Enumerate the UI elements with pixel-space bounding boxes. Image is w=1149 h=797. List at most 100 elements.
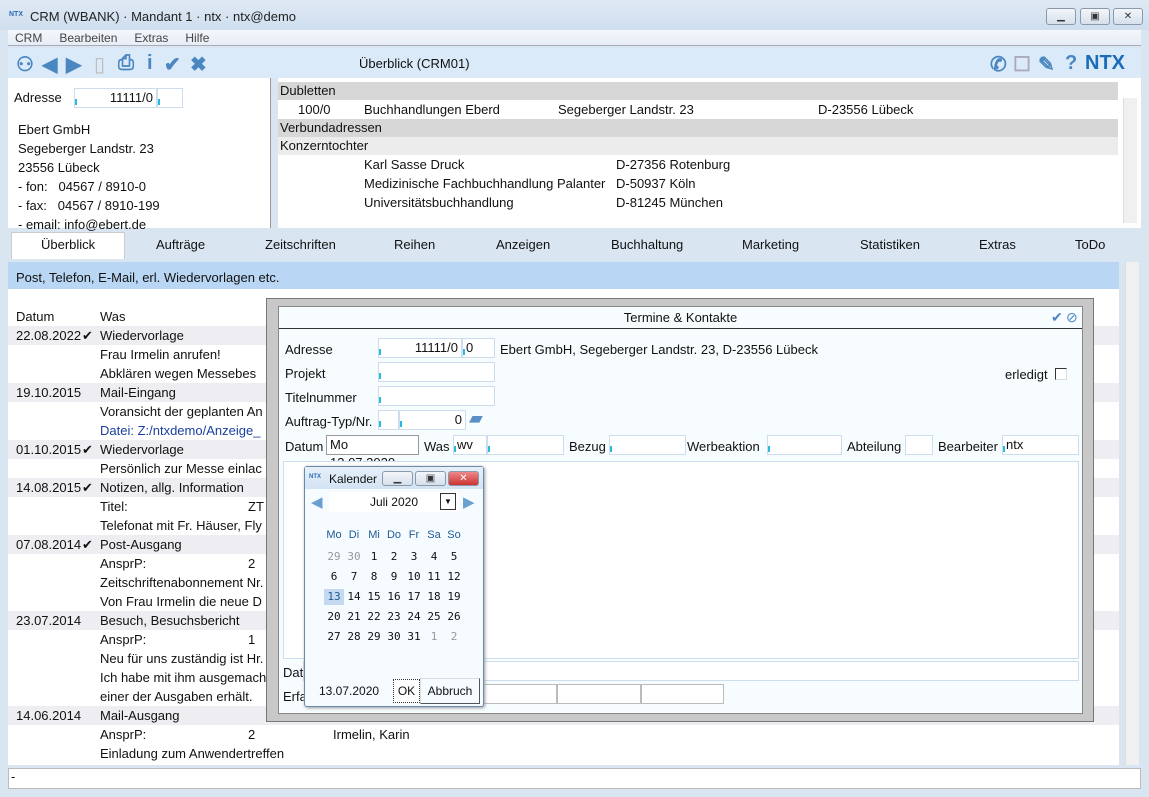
konzern-row[interactable]: Medizinische Fachbuchhandlung Palanter D-…	[278, 174, 1118, 193]
datum-input[interactable]: Mo 13.07.2020	[326, 435, 419, 470]
menu-extras[interactable]: Extras	[134, 31, 168, 45]
auftrag-nr-input[interactable]: 0	[399, 410, 466, 430]
tab-ueberblick[interactable]: Überblick	[41, 237, 95, 252]
calendar-day[interactable]: 3	[404, 549, 424, 565]
calendar-day[interactable]: 18	[424, 589, 444, 605]
calendar-day[interactable]: 5	[444, 549, 464, 565]
tab-buchhaltung[interactable]: Buchhaltung	[611, 237, 683, 252]
calendar-maximize-button[interactable]: ▣	[415, 471, 446, 486]
calendar-day[interactable]: 17	[404, 589, 424, 605]
calendar-day[interactable]: 16	[384, 589, 404, 605]
calendar-day[interactable]: 15	[364, 589, 384, 605]
projekt-input[interactable]	[378, 362, 495, 382]
calendar-day[interactable]: 13	[324, 589, 344, 605]
bezug-input[interactable]	[609, 435, 686, 455]
tab-zeitschriften[interactable]: Zeitschriften	[265, 237, 336, 252]
calendar-day[interactable]: 31	[404, 629, 424, 645]
calendar-minimize-button[interactable]: ▁	[382, 471, 413, 486]
calendar-close-button[interactable]: ✕	[448, 471, 479, 486]
tab-auftraege[interactable]: Aufträge	[156, 237, 205, 252]
konzern-row[interactable]: Karl Sasse Druck D-27356 Rotenburg	[278, 155, 1118, 174]
tab-anzeigen[interactable]: Anzeigen	[496, 237, 550, 252]
calendar-day[interactable]: 22	[364, 609, 384, 625]
menu-bearbeiten[interactable]: Bearbeiten	[59, 31, 117, 45]
calendar-day[interactable]: 10	[404, 569, 424, 585]
werbeaktion-input[interactable]	[767, 435, 842, 455]
erfa-field-1[interactable]	[479, 684, 557, 704]
calendar-day[interactable]: 19	[444, 589, 464, 605]
tab-statistiken[interactable]: Statistiken	[860, 237, 920, 252]
menu-crm[interactable]: CRM	[15, 31, 42, 45]
close-button[interactable]: ✕	[1113, 8, 1143, 25]
auftrag-typ-input[interactable]	[378, 410, 399, 430]
address-input[interactable]: 11111/0	[74, 88, 157, 108]
calendar-day[interactable]: 9	[384, 569, 404, 585]
month-dropdown-icon[interactable]: ▼	[440, 493, 456, 510]
calendar-day[interactable]: 2	[444, 629, 464, 645]
calendar-day[interactable]: 6	[324, 569, 344, 585]
calendar-day[interactable]: 24	[404, 609, 424, 625]
arrow-right-icon[interactable]: ▶	[66, 52, 81, 77]
cancel-icon[interactable]: ✖	[190, 52, 207, 77]
address-sub-input[interactable]	[157, 88, 183, 108]
calendar-day[interactable]: 20	[324, 609, 344, 625]
konzern-row[interactable]: Universitätsbuchhandlung D-81245 München	[278, 193, 1118, 212]
tab-extras[interactable]: Extras	[979, 237, 1016, 252]
folder-icon[interactable]: ▰	[469, 408, 483, 429]
related-scrollbar[interactable]	[1123, 98, 1137, 223]
calendar-day[interactable]: 23	[384, 609, 404, 625]
calendar-day[interactable]: 12	[444, 569, 464, 585]
calendar-day[interactable]: 21	[344, 609, 364, 625]
calendar-day[interactable]: 25	[424, 609, 444, 625]
calendar-day[interactable]: 8	[364, 569, 384, 585]
hand-icon[interactable]: ☐	[1013, 52, 1031, 77]
erfa-field-3[interactable]	[641, 684, 724, 704]
adresse-input[interactable]: 11111/0	[378, 338, 462, 358]
list-scrollbar[interactable]	[1125, 262, 1139, 765]
calendar-day[interactable]: 1	[424, 629, 444, 645]
menu-hilfe[interactable]: Hilfe	[185, 31, 209, 45]
list-row[interactable]: Einladung zum Anwendertreffen	[8, 744, 1119, 763]
prev-month-icon[interactable]: ◀	[311, 493, 323, 511]
dublette-row[interactable]: 100/0 Buchhandlungen Eberd Segeberger Land…	[278, 100, 1118, 119]
calendar-day[interactable]: 27	[324, 629, 344, 645]
calendar-day[interactable]: 30	[384, 629, 404, 645]
calendar-day[interactable]: 26	[444, 609, 464, 625]
calendar-day[interactable]: 2	[384, 549, 404, 565]
phone-icon[interactable]: ✆	[990, 52, 1007, 77]
abteilung-input[interactable]	[905, 435, 933, 455]
tab-reihen[interactable]: Reihen	[394, 237, 435, 252]
calendar-day[interactable]: 29	[324, 549, 344, 565]
cancel-circle-icon[interactable]: ⊘	[1066, 309, 1078, 326]
was-text-input[interactable]	[487, 435, 564, 455]
bearbeiter-input[interactable]: ntx	[1002, 435, 1079, 455]
calendar-day[interactable]: 1	[364, 549, 384, 565]
abbruch-button[interactable]: Abbruch	[420, 678, 480, 704]
calendar-day[interactable]: 28	[344, 629, 364, 645]
maximize-button[interactable]: ▣	[1080, 8, 1110, 25]
titelnummer-input[interactable]	[378, 386, 495, 406]
ok-button[interactable]: OK	[393, 679, 420, 703]
file-link[interactable]: Datei: Z:/ntxdemo/Anzeige_	[100, 421, 260, 440]
confirm-icon[interactable]: ✔	[1051, 309, 1063, 326]
calendar-day[interactable]: 29	[364, 629, 384, 645]
erfa-field-2[interactable]	[557, 684, 641, 704]
calendar-day[interactable]: 11	[424, 569, 444, 585]
minimize-button[interactable]: ▁	[1046, 8, 1076, 25]
pin-icon[interactable]: ✎	[1038, 52, 1055, 77]
help-icon[interactable]: ?	[1065, 52, 1077, 75]
next-month-icon[interactable]: ▶	[463, 493, 475, 511]
binoculars-icon[interactable]: ⚇	[16, 52, 34, 77]
check-icon[interactable]: ✔	[164, 52, 181, 77]
erledigt-checkbox[interactable]	[1055, 368, 1067, 380]
calendar-day[interactable]: 7	[344, 569, 364, 585]
adresse-sub-input[interactable]: 0	[462, 338, 495, 358]
info-icon[interactable]: i	[147, 52, 153, 75]
tab-marketing[interactable]: Marketing	[742, 237, 799, 252]
calendar-day[interactable]: 30	[344, 549, 364, 565]
list-row[interactable]: AnsprP: 2 Irmelin, Karin	[8, 725, 1119, 744]
calendar-day[interactable]: 4	[424, 549, 444, 565]
new-document-icon[interactable]: ▯	[94, 52, 105, 77]
calendar-day[interactable]: 14	[344, 589, 364, 605]
tab-todo[interactable]: ToDo	[1075, 237, 1105, 252]
